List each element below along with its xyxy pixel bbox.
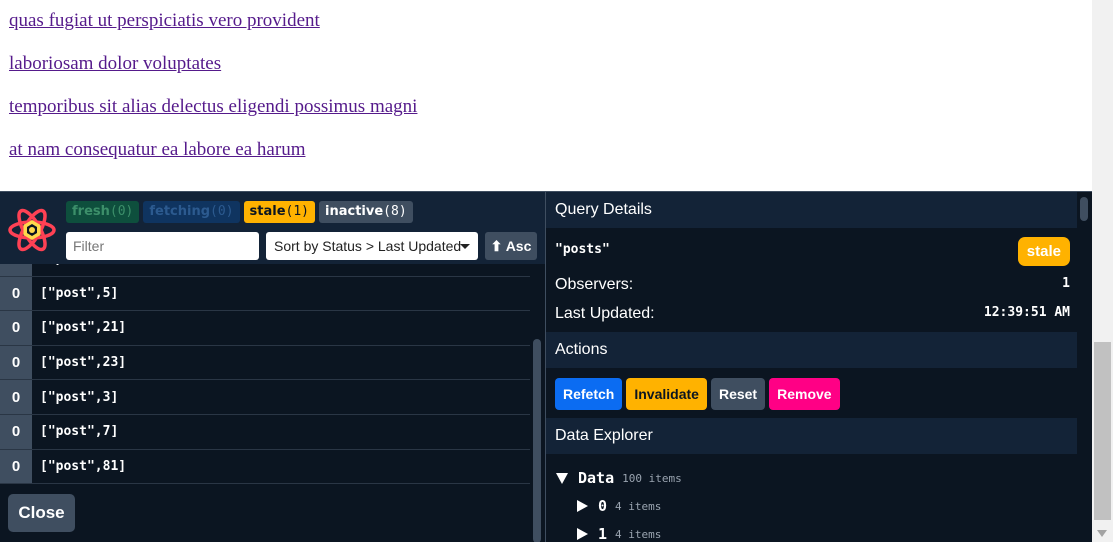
last-updated-row: Last Updated: 12:39:51 AM xyxy=(555,305,1070,323)
observers-value: 1 xyxy=(1062,276,1070,291)
query-key: ["post",5] xyxy=(40,285,119,301)
query-list: 0 ["post",20] 0 ["post",5] 0 ["post",21]… xyxy=(0,264,530,542)
data-explorer-root[interactable]: Data 100 items xyxy=(556,469,682,487)
inactive-badge: inactive(8) xyxy=(319,201,413,223)
observer-count: 0 xyxy=(0,380,32,414)
expanded-triangle-icon xyxy=(556,472,568,484)
query-status-badge: stale xyxy=(1017,237,1070,266)
explorer-root-info: 100 items xyxy=(622,471,682,485)
observer-count: 0 xyxy=(0,264,32,276)
post-link[interactable]: laboriosam dolor voluptates xyxy=(9,52,1089,95)
react-query-logo-icon[interactable] xyxy=(8,206,56,254)
explorer-node-label: 0 xyxy=(598,497,608,515)
invalidate-button[interactable]: Invalidate xyxy=(626,378,707,410)
fresh-badge: fresh(0) xyxy=(66,201,140,223)
query-key: ["post",23] xyxy=(40,355,127,371)
query-key: ["post",20] xyxy=(32,264,126,266)
observer-count: 0 xyxy=(0,345,32,380)
chevron-down-icon xyxy=(460,244,470,249)
explorer-node-label: 1 xyxy=(598,525,608,542)
sort-select[interactable]: Sort by Status > Last Updated xyxy=(266,232,478,260)
close-button[interactable]: Close xyxy=(8,494,75,532)
query-key: ["post",81] xyxy=(40,458,127,474)
collapsed-triangle-icon xyxy=(577,500,588,512)
status-badges: fresh(0) fetching(0) stale(1) inactive(8… xyxy=(66,201,413,223)
post-link[interactable]: temporibus sit alias delectus eligendi p… xyxy=(9,95,1089,138)
observer-count: 0 xyxy=(0,449,32,484)
details-scrollbar[interactable] xyxy=(1077,192,1092,542)
query-row[interactable]: 0 ["post",20] xyxy=(0,264,530,277)
refetch-button[interactable]: Refetch xyxy=(555,378,623,410)
scroll-down-arrow-icon[interactable] xyxy=(1097,530,1107,537)
details-scrollbar-thumb[interactable] xyxy=(1080,197,1088,221)
data-explorer-node[interactable]: 0 4 items xyxy=(577,497,661,515)
query-row[interactable]: 0 ["post",5] xyxy=(0,276,530,312)
sort-select-value: Sort by Status > Last Updated xyxy=(274,238,462,254)
query-details-key: "posts" xyxy=(555,242,610,257)
query-row[interactable]: 0 ["post",7] xyxy=(0,414,530,450)
sort-direction-button[interactable]: ⬆ Asc xyxy=(485,232,537,260)
query-list-pane: fresh(0) fetching(0) stale(1) inactive(8… xyxy=(0,192,545,542)
react-query-devtools-panel: fresh(0) fetching(0) stale(1) inactive(8… xyxy=(0,191,1092,542)
observer-count: 0 xyxy=(0,414,32,449)
collapsed-triangle-icon xyxy=(577,528,588,540)
last-updated-value: 12:39:51 AM xyxy=(983,305,1070,320)
observer-count: 0 xyxy=(0,276,32,311)
page-scrollbar[interactable] xyxy=(1092,0,1113,542)
post-link[interactable]: quas fugiat ut perspiciatis vero provide… xyxy=(9,9,1089,52)
explorer-node-info: 4 items xyxy=(615,527,662,541)
data-explorer-title: Data Explorer xyxy=(546,418,1078,454)
observers-row: Observers: 1 xyxy=(555,276,1070,294)
query-row[interactable]: 0 ["post",3] xyxy=(0,380,530,415)
query-details-title: Query Details xyxy=(546,192,1078,228)
last-updated-label: Last Updated: xyxy=(555,305,655,322)
remove-button[interactable]: Remove xyxy=(769,378,840,410)
query-row[interactable]: 0 ["post",81] xyxy=(0,449,530,485)
observer-count: 0 xyxy=(0,311,32,345)
query-list-scrollbar-thumb[interactable] xyxy=(533,339,541,542)
query-list-header: fresh(0) fetching(0) stale(1) inactive(8… xyxy=(0,192,545,264)
query-key: ["post",7] xyxy=(40,424,119,440)
query-row[interactable]: 0 ["post",21] xyxy=(0,311,530,346)
query-list-scrollbar[interactable] xyxy=(530,264,545,542)
fetching-badge: fetching(0) xyxy=(143,201,240,223)
actions-title: Actions xyxy=(546,332,1078,368)
explorer-node-info: 4 items xyxy=(615,499,662,513)
reset-button[interactable]: Reset xyxy=(710,378,766,410)
query-details-pane: Query Details "posts" stale Observers: 1… xyxy=(545,192,1092,542)
query-key: ["post",3] xyxy=(40,389,119,405)
data-explorer-node[interactable]: 1 4 items xyxy=(577,525,661,542)
actions-row: Refetch Invalidate Reset Remove xyxy=(555,378,840,410)
explorer-root-label: Data xyxy=(578,469,615,487)
query-key: ["post",21] xyxy=(40,320,127,336)
page-links: quas fugiat ut perspiciatis vero provide… xyxy=(9,9,1089,181)
stale-badge: stale(1) xyxy=(243,201,316,223)
observers-label: Observers: xyxy=(555,276,634,293)
post-link[interactable]: at nam consequatur ea labore ea harum xyxy=(9,138,1089,181)
filter-input[interactable] xyxy=(66,232,259,260)
query-row[interactable]: 0 ["post",23] xyxy=(0,345,530,381)
page-scrollbar-thumb[interactable] xyxy=(1094,342,1111,520)
